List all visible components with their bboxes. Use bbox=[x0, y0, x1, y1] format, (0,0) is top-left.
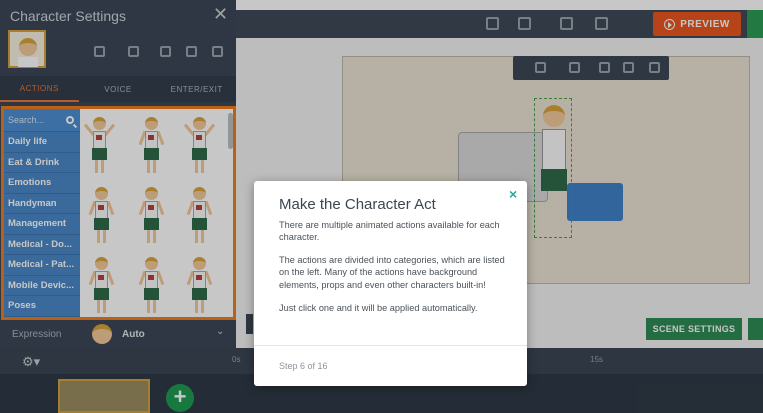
category-list: Search... Daily life Eat & Drink Emotion… bbox=[4, 109, 80, 317]
character-torso bbox=[542, 129, 566, 171]
trash-icon[interactable] bbox=[649, 62, 660, 73]
tour-paragraph: The actions are divided into categories,… bbox=[279, 255, 505, 290]
tour-paragraph: Just click one and it will be applied au… bbox=[279, 302, 478, 313]
timeline-tick: 15s bbox=[590, 355, 603, 364]
layer-down-icon[interactable] bbox=[623, 62, 634, 73]
search-placeholder: Search... bbox=[8, 115, 45, 125]
expression-face-icon bbox=[92, 324, 112, 344]
category-item[interactable]: Medical - Do... bbox=[4, 235, 80, 255]
tour-body: There are multiple animated actions avai… bbox=[279, 219, 509, 325]
layer-up-icon[interactable] bbox=[160, 46, 171, 57]
swap-character-icon[interactable] bbox=[94, 46, 105, 57]
category-item[interactable]: Daily life bbox=[4, 132, 80, 153]
avatar-body bbox=[18, 57, 38, 67]
layer-down-icon[interactable] bbox=[186, 46, 197, 57]
action-thumbnail[interactable] bbox=[83, 117, 116, 177]
tour-paragraph: There are multiple animated actions avai… bbox=[279, 220, 500, 243]
preview-button[interactable]: PREVIEW bbox=[653, 12, 741, 36]
action-thumbnail[interactable] bbox=[136, 257, 166, 317]
stage-character[interactable] bbox=[534, 98, 572, 238]
category-item[interactable]: Poses bbox=[4, 296, 80, 317]
tour-divider bbox=[254, 345, 527, 346]
search-icon[interactable] bbox=[66, 116, 74, 124]
category-item[interactable]: Eat & Drink bbox=[4, 153, 80, 173]
expression-row[interactable]: Expression Auto ⌄ bbox=[0, 320, 236, 348]
action-thumbnail[interactable] bbox=[183, 117, 216, 177]
action-grid-scrollbar[interactable] bbox=[228, 113, 233, 149]
layer-front-icon[interactable] bbox=[128, 46, 139, 57]
action-thumbnail[interactable] bbox=[86, 187, 116, 247]
tab-actions[interactable]: ACTIONS bbox=[0, 76, 79, 102]
panel-title: Character Settings bbox=[10, 8, 126, 24]
stage-handle[interactable] bbox=[246, 314, 253, 334]
publish-button[interactable] bbox=[747, 10, 763, 38]
category-item[interactable]: Mobile Devic... bbox=[4, 276, 80, 296]
undo-icon[interactable] bbox=[560, 17, 573, 30]
redo-icon[interactable] bbox=[595, 17, 608, 30]
layer-front-icon[interactable] bbox=[569, 62, 580, 73]
expression-value: Auto bbox=[122, 329, 145, 340]
copy-icon[interactable] bbox=[486, 17, 499, 30]
tour-step-indicator: Step 6 of 16 bbox=[279, 361, 328, 371]
action-thumbnail[interactable] bbox=[86, 257, 116, 317]
category-item[interactable]: Medical - Pat... bbox=[4, 255, 80, 276]
chevron-down-icon[interactable]: ⌄ bbox=[216, 326, 224, 337]
gear-icon[interactable]: ⚙▾ bbox=[22, 354, 40, 370]
avatar-head bbox=[19, 38, 37, 56]
search-input[interactable]: Search... bbox=[4, 109, 80, 132]
actions-browser: Search... Daily life Eat & Drink Emotion… bbox=[1, 106, 236, 320]
search-icon[interactable] bbox=[518, 17, 531, 30]
close-icon[interactable]: × bbox=[509, 186, 517, 202]
character-avatar[interactable] bbox=[8, 30, 46, 68]
side-green-button[interactable] bbox=[748, 318, 763, 340]
tour-title: Make the Character Act bbox=[279, 196, 436, 213]
scene-settings-button[interactable]: SCENE SETTINGS bbox=[646, 318, 742, 340]
preview-label: PREVIEW bbox=[680, 18, 730, 30]
add-scene-button[interactable]: + bbox=[166, 384, 194, 412]
timeline-tick: 0s bbox=[232, 355, 241, 364]
tab-voice[interactable]: VOICE bbox=[79, 76, 158, 102]
character-settings-panel: Character Settings ✕ ACTIONS VOICE ENTER… bbox=[0, 0, 236, 348]
tab-enter-exit[interactable]: ENTER/EXIT bbox=[157, 76, 236, 102]
layer-up-icon[interactable] bbox=[599, 62, 610, 73]
category-item[interactable]: Handyman bbox=[4, 194, 80, 214]
close-icon[interactable]: ✕ bbox=[213, 4, 228, 25]
trash-icon[interactable] bbox=[212, 46, 223, 57]
category-item[interactable]: Emotions bbox=[4, 173, 80, 194]
expression-label: Expression bbox=[12, 329, 62, 340]
object-toolbar bbox=[513, 56, 669, 80]
action-thumbnail[interactable] bbox=[184, 187, 214, 247]
character-skirt bbox=[541, 169, 567, 191]
tour-popup: × Make the Character Act There are multi… bbox=[254, 181, 527, 386]
character-head bbox=[543, 105, 565, 127]
scene-prop-bin[interactable] bbox=[567, 183, 623, 221]
panel-tabs: ACTIONS VOICE ENTER/EXIT bbox=[0, 76, 236, 102]
action-grid bbox=[83, 113, 224, 317]
action-thumbnail[interactable] bbox=[184, 257, 214, 317]
action-thumbnail[interactable] bbox=[136, 187, 166, 247]
scene-thumbnail[interactable] bbox=[58, 379, 150, 413]
category-item[interactable]: Management bbox=[4, 214, 80, 235]
play-icon bbox=[664, 18, 676, 30]
swap-icon[interactable] bbox=[535, 62, 546, 73]
action-thumbnail[interactable] bbox=[136, 117, 166, 177]
